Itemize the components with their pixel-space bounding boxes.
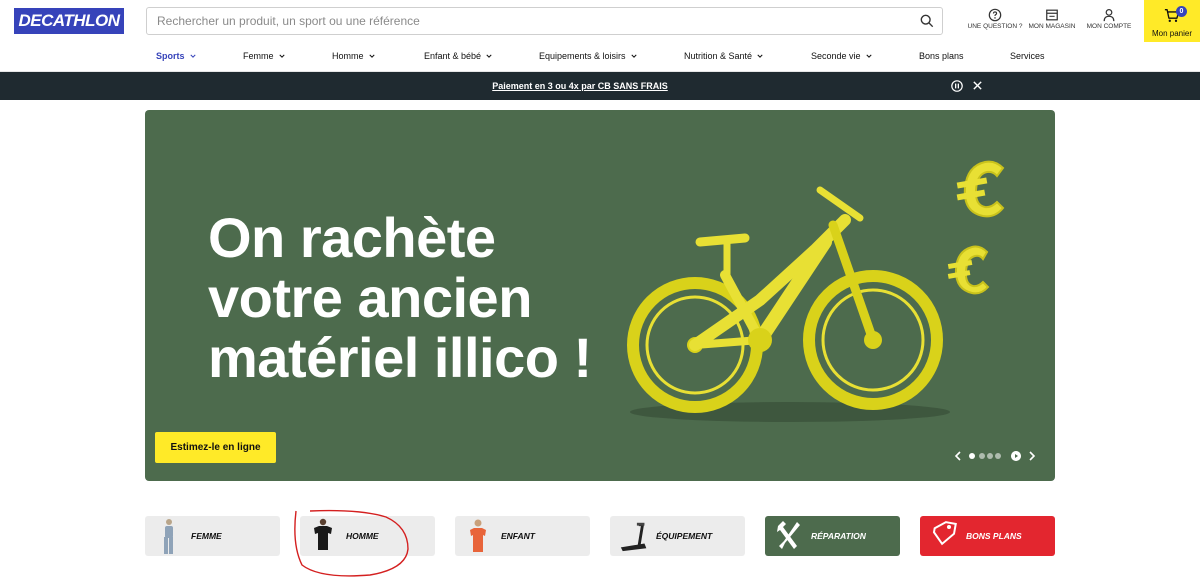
chevron-right-icon[interactable] [1027,450,1037,462]
category-tile-equipement[interactable]: ÉQUIPEMENT [610,516,745,556]
category-label: ENFANT [501,531,535,541]
chevron-down-icon [486,54,492,58]
nav-item-homme[interactable]: Homme [332,51,375,61]
nav-label: Femme [243,51,274,61]
store-icon [1046,9,1058,21]
kid-sportswear-image [470,519,486,552]
question-circle-icon [988,8,1002,22]
nav-label: Homme [332,51,364,61]
nav-item-services[interactable]: Services [1010,51,1045,61]
chevron-left-icon[interactable] [953,450,963,462]
carousel-dot[interactable] [987,453,993,459]
carousel-dot[interactable] [979,453,985,459]
category-tile-bons-plans[interactable]: BONS PLANS [920,516,1055,556]
pause-icon[interactable] [951,80,963,92]
wrench-screwdriver-icon [777,521,800,549]
hero-title-line: votre ancien [208,266,532,329]
nav-label: Seconde vie [811,51,861,61]
category-tile-homme[interactable]: HOMME [300,516,435,556]
hero-title-line: On rachète [208,206,496,269]
account-button[interactable]: MON COMPTE [1074,8,1144,31]
category-label: RÉPARATION [811,531,866,541]
nav-label: Services [1010,51,1045,61]
account-label: MON COMPTE [1086,23,1132,30]
hero-title-line: matériel illico ! [208,326,592,389]
main-nav: Sports Femme Homme Enfant & bébé Equipem… [0,47,1200,67]
estimate-online-button[interactable]: Estimez-le en ligne [155,432,276,463]
chevron-down-icon [757,54,763,58]
help-label: UNE QUESTION ? [967,23,1023,30]
search-input[interactable] [157,8,907,34]
nav-label: Enfant & bébé [424,51,482,61]
close-icon[interactable] [972,80,983,91]
search-bar[interactable] [146,7,943,35]
store-label: MON MAGASIN [1028,23,1076,30]
user-icon [1103,8,1115,22]
category-label: BONS PLANS [966,531,1022,541]
cart-button[interactable]: 0 Mon panier [1144,0,1200,42]
woman-sportswear-image [164,519,173,554]
carousel-controls [953,450,1043,462]
bike-illustration [627,186,950,422]
nav-item-nutrition-sante[interactable]: Nutrition & Santé [684,51,763,61]
carousel-dot[interactable] [995,453,1001,459]
promo-banner: Paiement en 3 ou 4x par CB SANS FRAIS [0,72,1200,100]
nav-item-sports[interactable]: Sports [156,51,196,61]
cart-label: Mon panier [1151,29,1193,38]
search-icon[interactable] [920,14,934,28]
decathlon-logo[interactable]: DECATHLON [14,8,124,34]
treadmill-image [620,522,647,552]
chevron-down-icon [630,54,637,58]
category-tile-femme[interactable]: FEMME [145,516,280,556]
nav-label: Nutrition & Santé [684,51,753,61]
chevron-down-icon [368,54,375,58]
nav-item-seconde-vie[interactable]: Seconde vie [811,51,872,61]
category-tile-reparation[interactable]: RÉPARATION [765,516,900,556]
nav-item-femme[interactable]: Femme [243,51,285,61]
carousel-dot[interactable] [969,453,975,459]
category-label: ÉQUIPEMENT [656,531,713,541]
nav-label: Bons plans [919,51,964,61]
nav-label: Equipements & loisirs [539,51,626,61]
euro-symbol-illustration [956,160,1005,218]
promo-link[interactable]: Paiement en 3 ou 4x par CB SANS FRAIS [0,81,1160,91]
chevron-down-icon [189,54,196,58]
price-tag-icon [932,521,957,546]
hero-banner[interactable]: On rachète votre ancien matériel illico … [145,110,1055,481]
man-tshirt-image [314,518,332,550]
hero-title: On rachète votre ancien matériel illico … [208,208,668,388]
category-label: HOMME [346,531,379,541]
category-label: FEMME [191,531,222,541]
site-header: DECATHLON UNE QUESTION ? MON MAGASIN MON… [0,0,1200,72]
nav-item-bons-plans[interactable]: Bons plans [919,51,964,61]
category-tile-enfant[interactable]: ENFANT [455,516,590,556]
play-icon[interactable] [1011,451,1021,461]
nav-item-equipements-loisirs[interactable]: Equipements & loisirs [539,51,637,61]
nav-label: Sports [156,51,185,61]
cart-count-badge: 0 [1176,6,1187,17]
chevron-down-icon [865,54,872,58]
nav-item-enfant-bebe[interactable]: Enfant & bébé [424,51,492,61]
chevron-down-icon [278,54,285,58]
